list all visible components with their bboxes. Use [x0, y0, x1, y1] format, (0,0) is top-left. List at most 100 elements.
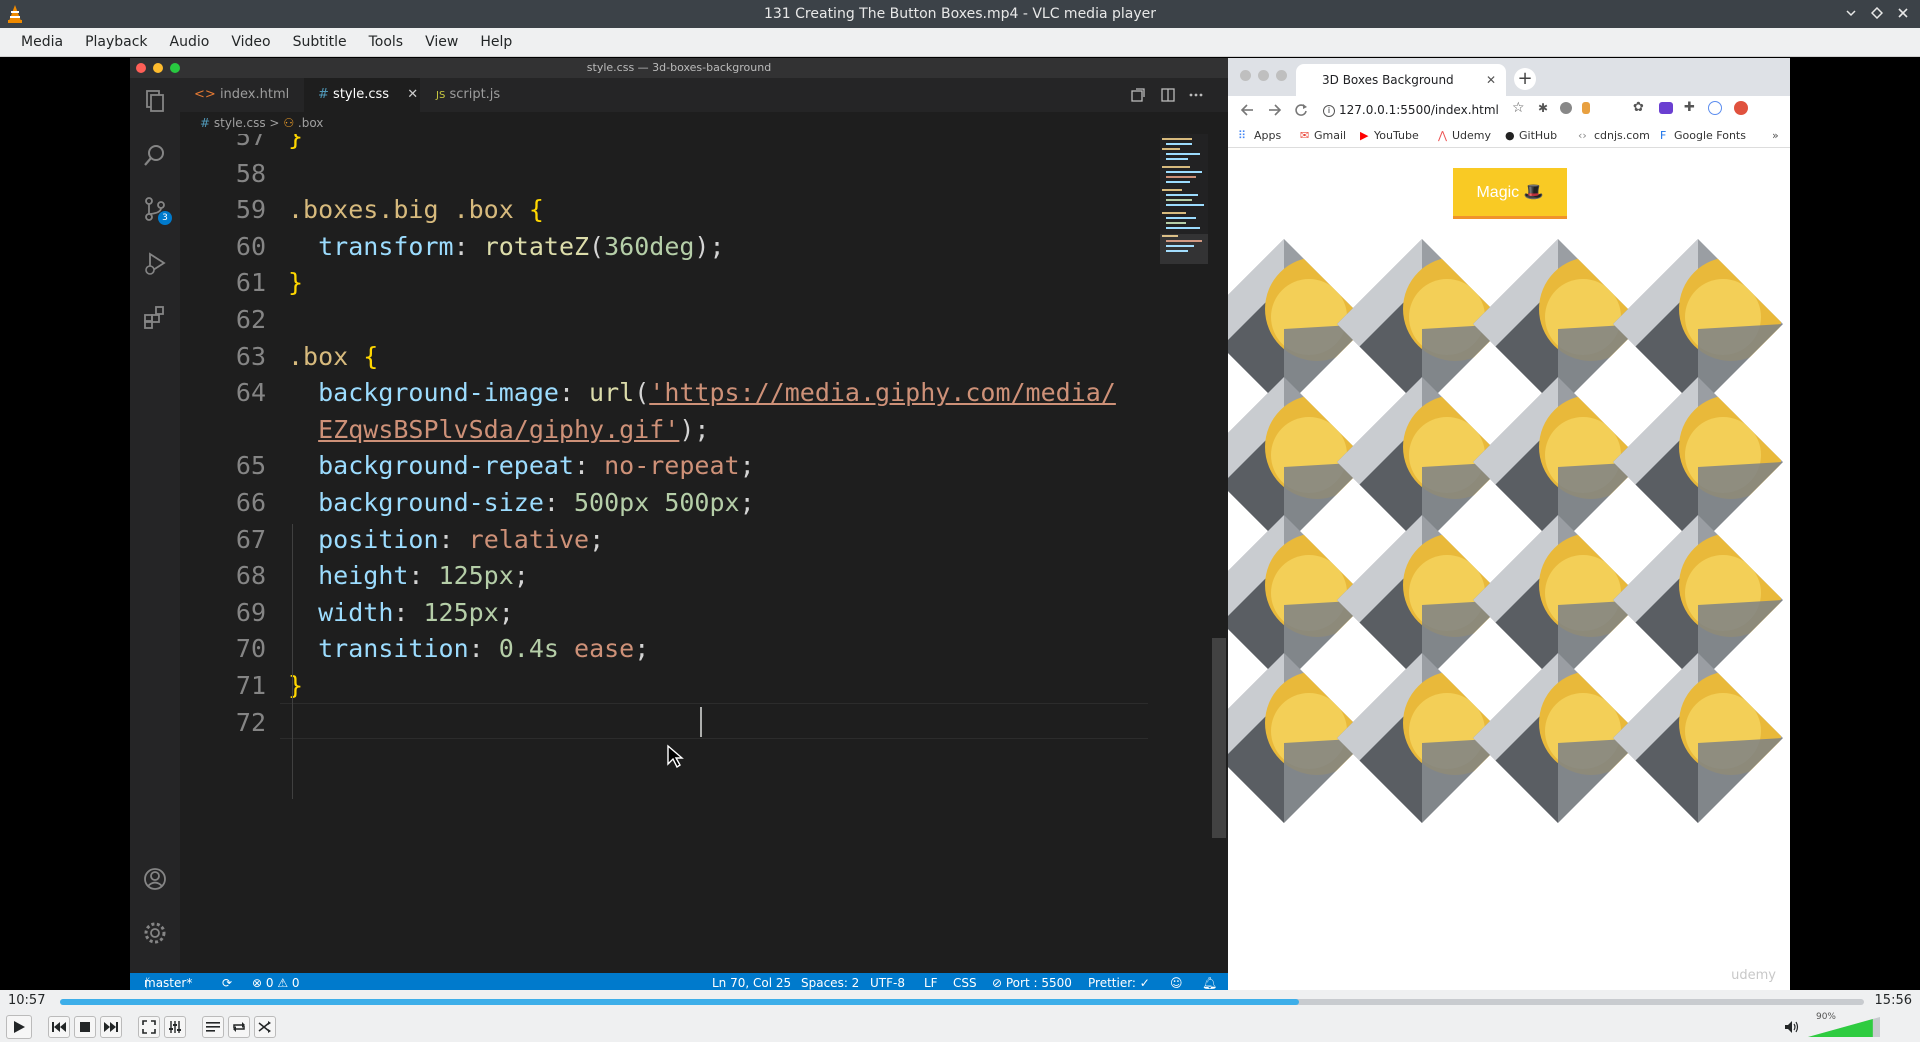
fullscreen-button[interactable] [138, 1016, 160, 1038]
css-file-icon: # [200, 116, 211, 130]
browser-toolbar: i 127.0.0.1:5500/index.html ☆ ✱ ✿ ✚ [1228, 96, 1790, 124]
menu-help[interactable]: Help [469, 34, 523, 50]
language-mode[interactable]: CSS [953, 973, 977, 990]
bookmarks-overflow-icon[interactable]: » [1772, 129, 1779, 142]
split-editor-icon[interactable] [1160, 87, 1176, 103]
bookmark-star-icon[interactable]: ☆ [1512, 100, 1525, 116]
code-editor[interactable]: 57} 58 59 .boxes.big .box {60 transform: ro… [180, 134, 1170, 973]
shuffle-button[interactable] [254, 1016, 276, 1038]
run-debug-icon [145, 252, 166, 275]
bookmark-cdnjs[interactable]: cdnjs.com [1594, 129, 1650, 142]
video-surface[interactable]: style.css — 3d-boxes-background 3 <> ind… [0, 58, 1920, 990]
minimap[interactable] [1160, 134, 1208, 264]
profile-avatar[interactable] [1734, 101, 1748, 115]
notifications-bell-icon[interactable]: 🔔︎ [1202, 973, 1217, 990]
menu-video[interactable]: Video [220, 34, 281, 50]
cursor-position[interactable]: Ln 70, Col 25 [712, 973, 791, 990]
vlc-titlebar: 131 Creating The Button Boxes.mp4 - VLC … [0, 0, 1920, 28]
tab-style-css[interactable]: # style.css ✕ [304, 78, 420, 112]
line-number: 64 [235, 378, 266, 408]
breadcrumb-file[interactable]: style.css [214, 116, 266, 130]
extension-icon[interactable] [1560, 102, 1572, 114]
editor-scrollbar[interactable] [1212, 638, 1226, 838]
menu-view[interactable]: View [414, 34, 469, 50]
live-server-port[interactable]: ⊘ Port : 5500 [992, 973, 1072, 990]
tab-index-html[interactable]: <> index.html [180, 78, 302, 112]
extended-settings-button[interactable] [164, 1016, 186, 1038]
line-number: 62 [235, 305, 266, 334]
end-of-line[interactable]: LF [924, 973, 938, 990]
browser-tab-close-icon[interactable]: ✕ [1486, 64, 1496, 96]
bookmark-udemy[interactable]: Udemy [1452, 129, 1491, 142]
tab-label: script.js [449, 87, 501, 102]
reload-icon[interactable] [1294, 103, 1308, 117]
bookmark-google-fonts[interactable]: Google Fonts [1674, 129, 1746, 142]
problems-count[interactable]: ⊗ 0 ⚠ 0 [252, 973, 300, 990]
new-tab-button[interactable]: + [1514, 68, 1536, 90]
previous-icon [52, 1022, 66, 1032]
forward-arrow-icon[interactable] [1268, 103, 1282, 117]
site-info-icon[interactable]: i [1323, 104, 1335, 117]
playlist-button[interactable] [202, 1016, 224, 1038]
bookmark-youtube[interactable]: YouTube [1374, 129, 1419, 142]
more-actions-icon[interactable] [1188, 87, 1204, 103]
close-icon[interactable] [1894, 4, 1912, 22]
mouse-pointer-icon [667, 744, 684, 768]
gmail-icon: ✉ [1300, 129, 1310, 142]
extension-icon[interactable] [1582, 102, 1590, 114]
code-line: .box { [288, 341, 379, 371]
loop-button[interactable] [228, 1016, 250, 1038]
minimize-icon[interactable] [1842, 4, 1860, 22]
maximize-icon[interactable] [1868, 4, 1886, 22]
git-changes-badge: 3 [158, 211, 172, 225]
address-bar[interactable]: i 127.0.0.1:5500/index.html [1323, 99, 1523, 121]
extension-icon[interactable]: ✿ [1633, 100, 1644, 115]
line-number: 63 [235, 341, 266, 371]
extension-icon[interactable]: ✱ [1538, 101, 1548, 115]
prettier-status[interactable]: Prettier: ✓ [1088, 973, 1150, 990]
browser-tab[interactable]: 3D Boxes Background ✕ [1296, 64, 1506, 96]
bookmark-github[interactable]: GitHub [1519, 129, 1557, 142]
menu-playback[interactable]: Playback [74, 34, 158, 50]
bookmark-gmail[interactable]: Gmail [1314, 129, 1346, 142]
shuffle-icon [258, 1021, 271, 1033]
tab-script-js[interactable]: JS script.js [422, 78, 542, 112]
volume-slider[interactable] [1808, 1017, 1880, 1037]
menu-media[interactable]: Media [10, 34, 74, 50]
elapsed-time[interactable]: 10:57 [8, 993, 45, 1008]
sync-icon[interactable]: ⟳ [222, 973, 232, 990]
breadcrumb-symbol[interactable]: .box [298, 116, 324, 130]
menu-audio[interactable]: Audio [159, 34, 221, 50]
extensions-puzzle-icon[interactable]: ✚ [1684, 100, 1695, 115]
url-text: 127.0.0.1:5500/index.html [1339, 103, 1499, 117]
branch-label: master* [144, 976, 193, 990]
back-arrow-icon[interactable] [1240, 103, 1254, 117]
line-number: 66 [235, 488, 266, 517]
open-changes-icon[interactable] [1130, 87, 1146, 103]
seek-slider[interactable] [60, 999, 1864, 1005]
stop-button[interactable] [74, 1016, 96, 1038]
player-controls: 90% [0, 1012, 1920, 1042]
total-time[interactable]: 15:56 [1875, 993, 1912, 1008]
profile-icon[interactable] [1708, 101, 1722, 115]
menu-tools[interactable]: Tools [358, 34, 415, 50]
apps-grid-icon[interactable]: ⠿ [1238, 129, 1246, 142]
magic-button[interactable]: Magic 🎩 [1453, 168, 1567, 216]
feedback-icon[interactable]: ☺ [1170, 973, 1183, 990]
tab-close-icon[interactable]: ✕ [407, 87, 418, 102]
encoding[interactable]: UTF-8 [870, 973, 905, 990]
extension-icon[interactable] [1659, 102, 1673, 114]
indentation[interactable]: Spaces: 2 [801, 973, 859, 990]
menu-subtitle[interactable]: Subtitle [282, 34, 358, 50]
speaker-icon[interactable] [1784, 1020, 1800, 1034]
bookmark-apps[interactable]: Apps [1254, 129, 1281, 142]
play-button[interactable] [6, 1015, 32, 1039]
code-line: transform: rotateZ(360deg); [318, 231, 725, 261]
code-line: width: 125px; [318, 597, 514, 627]
vscode-zoom-dot [170, 63, 180, 73]
next-button[interactable] [100, 1016, 122, 1038]
line-number: 67 [235, 524, 266, 554]
previous-button[interactable] [48, 1016, 70, 1038]
extensions-icon [144, 306, 164, 329]
browser-zoom-dot [1276, 70, 1287, 81]
